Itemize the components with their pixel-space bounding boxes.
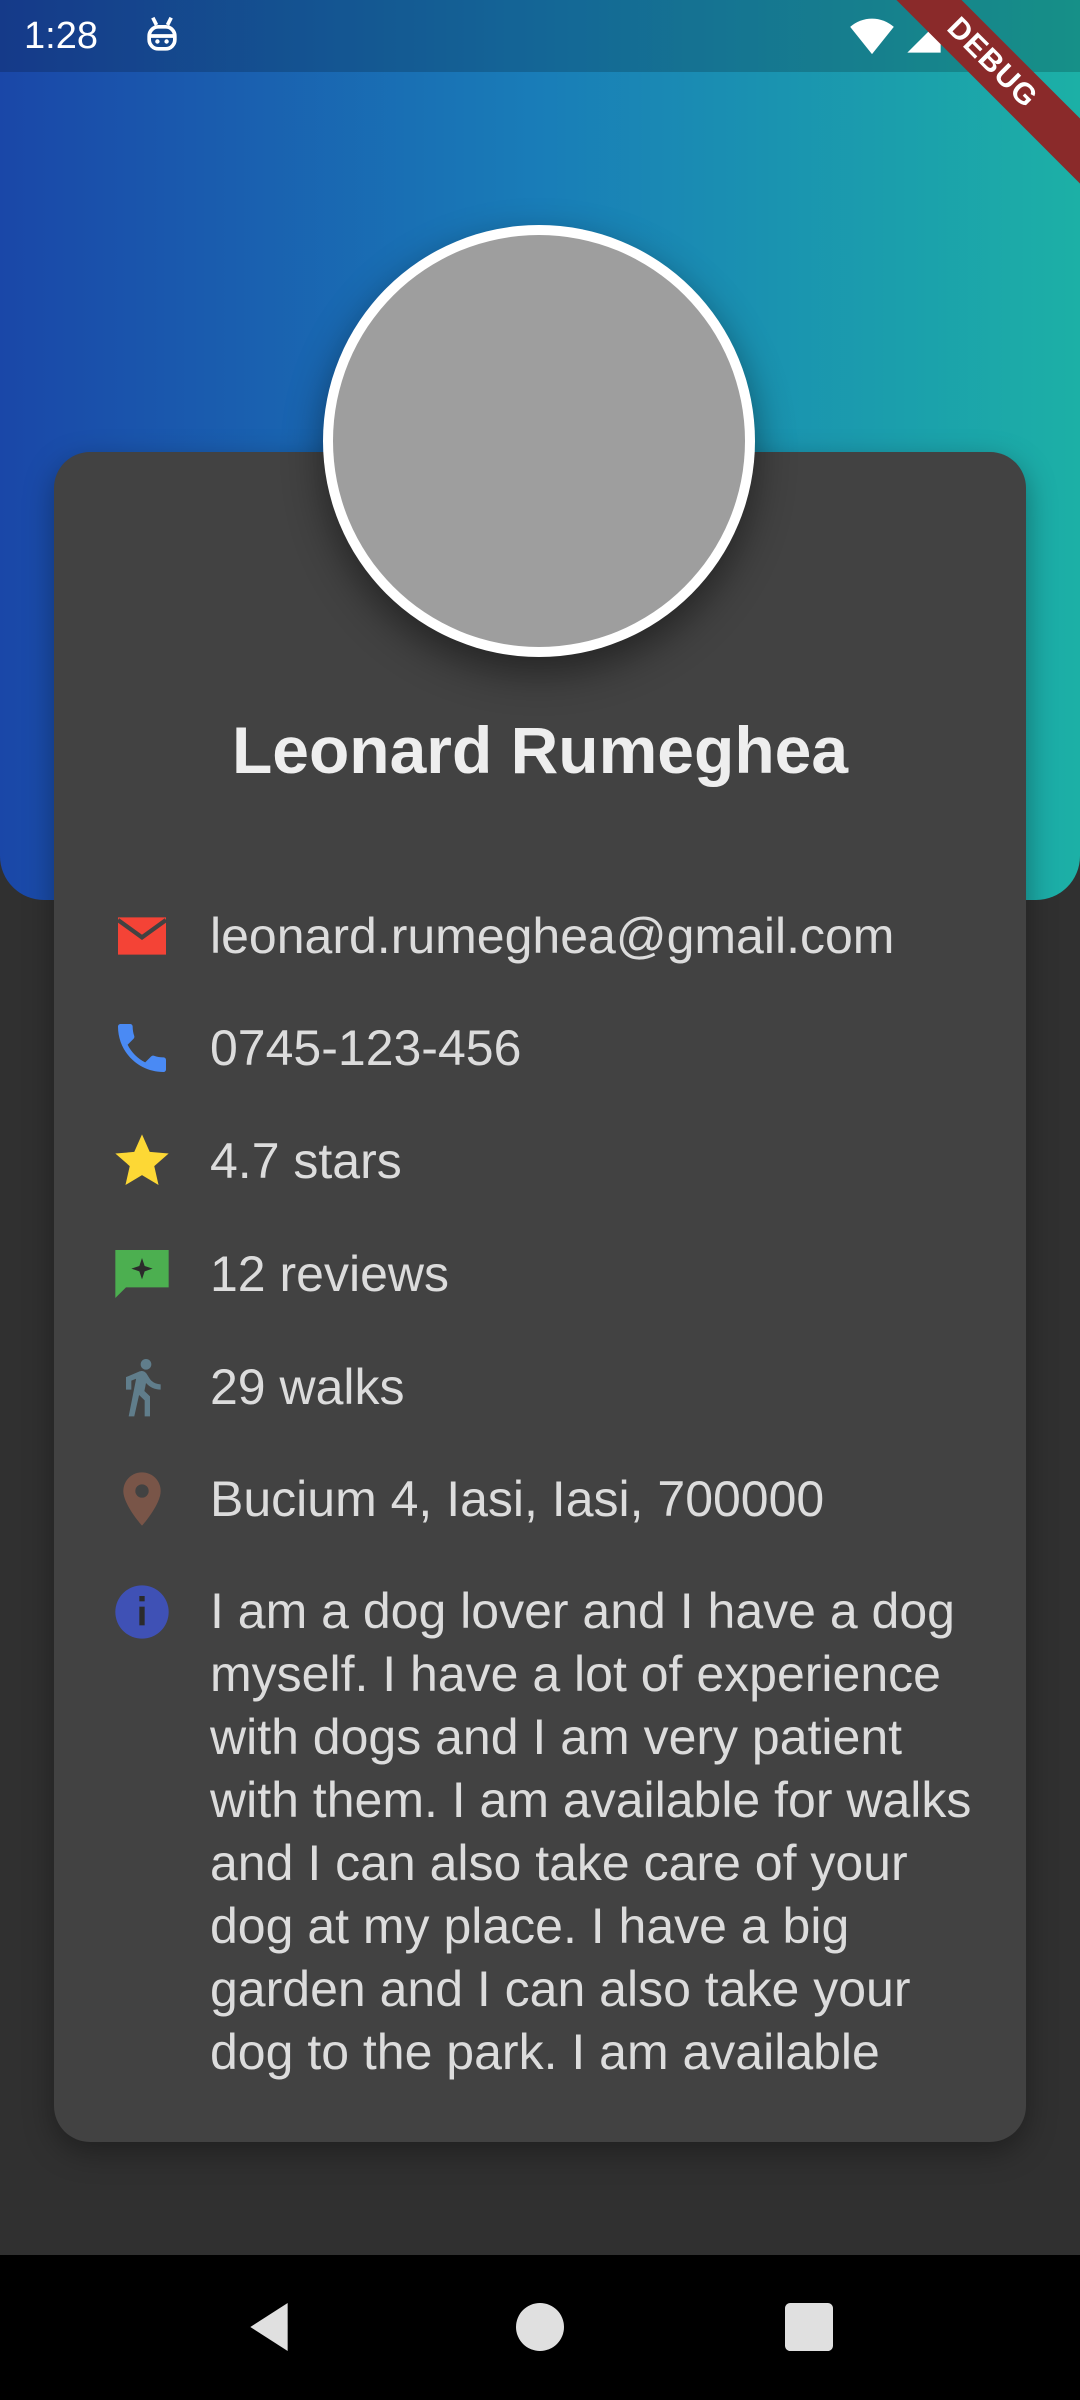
email-text: leonard.rumeghea@gmail.com xyxy=(210,908,895,964)
profile-name: Leonard Rumeghea xyxy=(231,713,849,787)
address-row[interactable]: Bucium 4, Iasi, Iasi, 700000 xyxy=(110,1467,990,1531)
walks-row: 29 walks xyxy=(110,1355,990,1419)
phone-row[interactable]: 0745-123-456 xyxy=(110,1016,990,1080)
reviews-icon xyxy=(115,1250,169,1298)
info-icon xyxy=(115,1585,169,1639)
reviews-text: 12 reviews xyxy=(210,1246,449,1302)
walk-icon xyxy=(126,1359,161,1417)
avatar[interactable] xyxy=(323,225,755,657)
rating-row: 4.7 stars xyxy=(110,1129,990,1193)
walks-text: 29 walks xyxy=(210,1359,405,1415)
about-row: I am a dog lover and I have a dog myself… xyxy=(110,1580,990,2092)
home-icon[interactable] xyxy=(508,2295,572,2359)
recents-icon[interactable] xyxy=(777,2295,841,2359)
location-pin-icon xyxy=(123,1472,161,1526)
email-row[interactable]: leonard.rumeghea@gmail.com xyxy=(110,904,990,968)
star-icon xyxy=(115,1134,169,1185)
status-time: 1:28 xyxy=(24,15,98,57)
rating-text: 4.7 stars xyxy=(210,1133,402,1189)
back-icon[interactable] xyxy=(237,2295,301,2359)
about-text: I am a dog lover and I have a dog myself… xyxy=(210,1583,972,2080)
address-text: Bucium 4, Iasi, Iasi, 700000 xyxy=(210,1471,825,1527)
reviews-row[interactable]: 12 reviews xyxy=(110,1242,990,1306)
navigation-bar xyxy=(0,2255,1080,2400)
debug-robot-icon xyxy=(147,16,177,51)
phone-icon xyxy=(118,1024,166,1072)
avatar-placeholder xyxy=(333,235,745,647)
phone-text: 0745-123-456 xyxy=(210,1020,522,1076)
wifi-icon xyxy=(850,18,894,55)
email-icon xyxy=(116,917,168,955)
